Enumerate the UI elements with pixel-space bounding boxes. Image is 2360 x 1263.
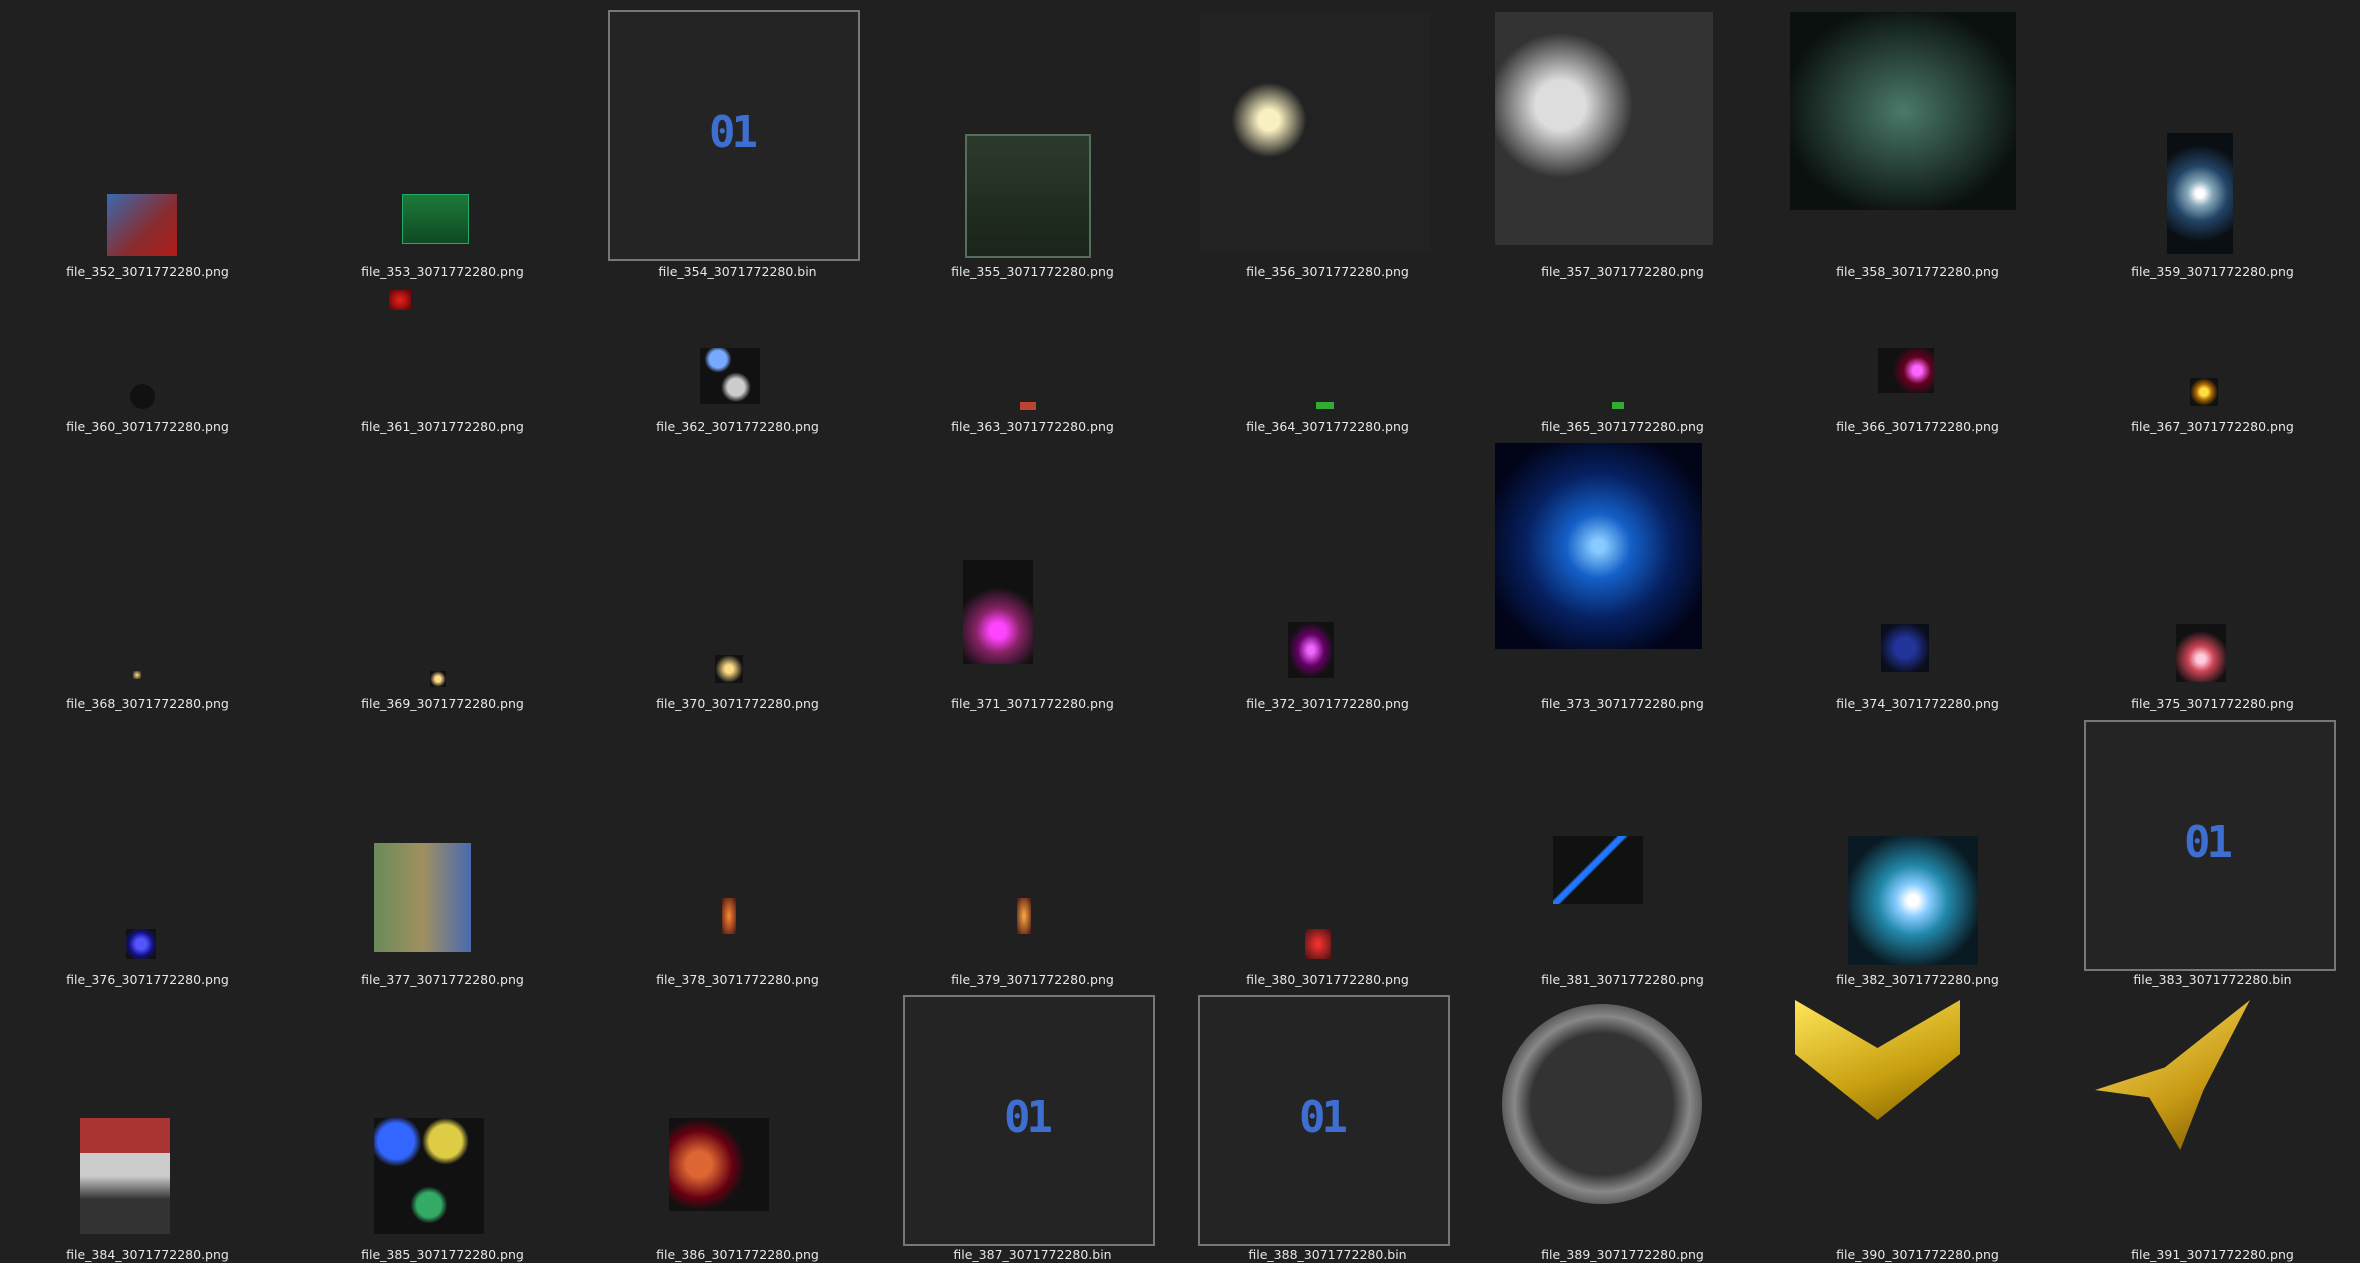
file-name-label: file_377_3071772280.png — [361, 972, 524, 987]
file-name-label: file_360_3071772280.png — [66, 419, 229, 434]
file-name-label: file_365_3071772280.png — [1541, 419, 1704, 434]
binary-file-icon: 01 — [1004, 1092, 1053, 1143]
file-name-label: file_359_3071772280.png — [2131, 264, 2294, 279]
file-name-label: file_358_3071772280.png — [1836, 264, 1999, 279]
file-name-label: file_379_3071772280.png — [951, 972, 1114, 987]
file-name-label: file_387_3071772280.bin — [953, 1247, 1112, 1262]
file-name-label: file_374_3071772280.png — [1836, 696, 1999, 711]
file-name-label: file_357_3071772280.png — [1541, 264, 1704, 279]
file-name-label: file_385_3071772280.png — [361, 1247, 524, 1262]
file-name-label: file_375_3071772280.png — [2131, 696, 2294, 711]
file-name-label: file_389_3071772280.png — [1541, 1247, 1704, 1262]
file-name-label: file_386_3071772280.png — [656, 1247, 819, 1262]
file-name-label: file_363_3071772280.png — [951, 419, 1114, 434]
file-name-label: file_361_3071772280.png — [361, 419, 524, 434]
file-name-label: file_376_3071772280.png — [66, 972, 229, 987]
file-name-label: file_391_3071772280.png — [2131, 1247, 2294, 1262]
file-name-label: file_352_3071772280.png — [66, 264, 229, 279]
file-name-label: file_355_3071772280.png — [951, 264, 1114, 279]
file-name-label: file_380_3071772280.png — [1246, 972, 1409, 987]
file-thumbnail-grid: file_352_3071772280.png file_353_30717722… — [0, 0, 2360, 1262]
file-name-label: file_356_3071772280.png — [1246, 264, 1409, 279]
file-name-label: file_373_3071772280.png — [1541, 696, 1704, 711]
file-name-label: file_382_3071772280.png — [1836, 972, 1999, 987]
file-name-label: file_371_3071772280.png — [951, 696, 1114, 711]
file-name-label: file_353_3071772280.png — [361, 264, 524, 279]
file-name-label: file_372_3071772280.png — [1246, 696, 1409, 711]
file-name-label: file_384_3071772280.png — [66, 1247, 229, 1262]
file-name-label: file_366_3071772280.png — [1836, 419, 1999, 434]
file-name-label: file_388_3071772280.bin — [1248, 1247, 1407, 1262]
file-name-label: file_368_3071772280.png — [66, 696, 229, 711]
file-name-label: file_369_3071772280.png — [361, 696, 524, 711]
file-name-label: file_354_3071772280.bin — [658, 264, 817, 279]
file-name-label: file_364_3071772280.png — [1246, 419, 1409, 434]
file-name-label: file_378_3071772280.png — [656, 972, 819, 987]
file-name-label: file_367_3071772280.png — [2131, 419, 2294, 434]
file-name-label: file_390_3071772280.png — [1836, 1247, 1999, 1262]
binary-file-icon: 01 — [709, 107, 758, 158]
file-name-label: file_381_3071772280.png — [1541, 972, 1704, 987]
file-name-label: file_362_3071772280.png — [656, 419, 819, 434]
binary-file-icon: 01 — [2184, 817, 2233, 868]
file-name-label: file_383_3071772280.bin — [2133, 972, 2292, 987]
binary-file-icon: 01 — [1299, 1092, 1348, 1143]
file-name-label: file_370_3071772280.png — [656, 696, 819, 711]
